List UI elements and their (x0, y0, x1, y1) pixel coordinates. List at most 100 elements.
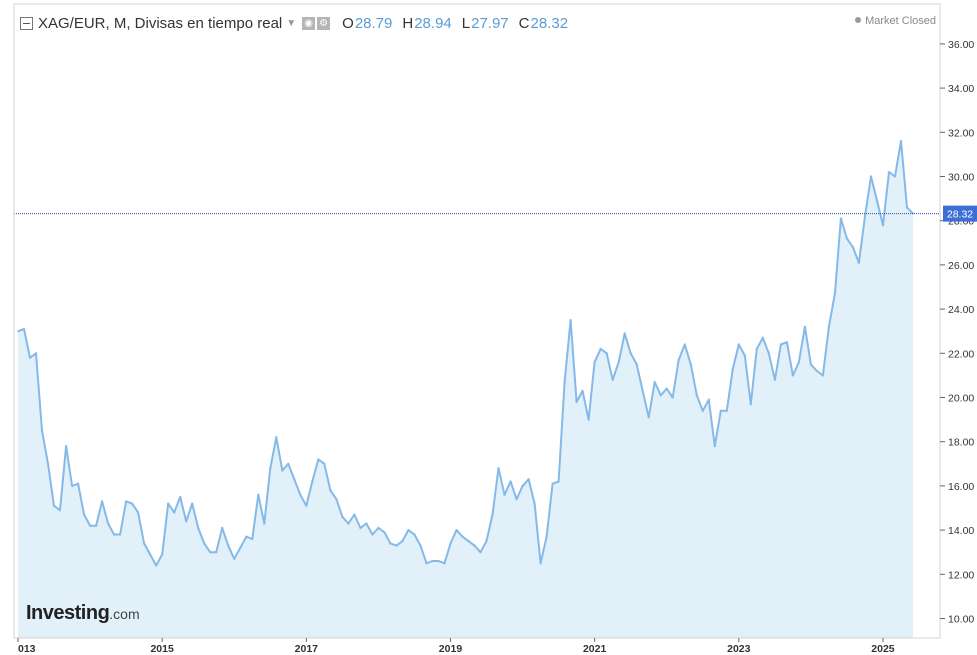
data-point (34, 351, 38, 355)
x-tick-label: 2019 (439, 643, 463, 655)
investing-logo: Investing.com (26, 602, 140, 625)
data-point (545, 535, 548, 539)
data-point (713, 444, 717, 448)
data-point (16, 329, 20, 333)
data-point (779, 343, 783, 346)
data-point (761, 336, 765, 340)
series-area (18, 141, 913, 638)
data-point (341, 515, 344, 519)
data-point (298, 493, 302, 497)
y-tick-label: 12.00 (948, 569, 974, 581)
data-point (214, 550, 218, 554)
data-point (82, 513, 86, 516)
data-point (485, 539, 488, 543)
data-point (437, 559, 440, 563)
data-point (256, 493, 260, 497)
logo-main-text: Investing (26, 602, 110, 624)
data-point (845, 237, 849, 240)
data-point (100, 500, 104, 503)
data-point (106, 522, 110, 525)
data-point (701, 409, 705, 413)
data-point (869, 175, 873, 178)
data-point (497, 466, 500, 470)
data-point (407, 528, 410, 532)
data-point (623, 332, 627, 335)
data-point (725, 409, 729, 413)
data-point (509, 480, 512, 483)
data-point (124, 500, 128, 503)
data-point (383, 530, 386, 534)
data-point (58, 508, 62, 512)
y-tick-label: 20.00 (948, 393, 974, 405)
data-point (22, 327, 26, 331)
data-point (563, 380, 566, 384)
x-tick-label: 013 (18, 643, 36, 655)
data-point (893, 175, 897, 178)
data-point (815, 369, 819, 373)
data-point (533, 502, 536, 505)
data-point (316, 458, 320, 461)
data-point (797, 360, 801, 364)
y-tick-label: 32.00 (948, 127, 974, 139)
data-point (581, 389, 584, 393)
data-point (683, 343, 687, 346)
data-point (190, 502, 194, 505)
data-point (395, 544, 398, 547)
data-point (359, 526, 362, 530)
data-point (569, 318, 572, 322)
data-point (803, 325, 807, 329)
data-point (148, 553, 152, 556)
data-point (94, 524, 98, 528)
data-point (641, 389, 645, 393)
data-point (737, 343, 741, 346)
y-tick-label: 36.00 (948, 39, 974, 51)
data-point (28, 356, 32, 360)
data-point (262, 522, 266, 525)
data-point (184, 519, 188, 523)
data-point (593, 360, 596, 364)
data-point (377, 526, 380, 530)
data-point (389, 542, 392, 545)
data-point (461, 535, 464, 539)
data-point (322, 462, 326, 466)
data-point (202, 542, 206, 545)
data-point (743, 354, 747, 357)
y-tick-label: 14.00 (948, 525, 974, 537)
data-point (292, 477, 296, 481)
y-tick-label: 18.00 (948, 437, 974, 449)
data-point (599, 347, 603, 351)
data-point (419, 544, 422, 547)
last-price-label: 28.32 (947, 209, 973, 221)
data-point (647, 416, 651, 419)
data-point (719, 409, 723, 413)
data-point (491, 513, 494, 516)
data-point (839, 217, 843, 220)
data-point (773, 378, 777, 382)
data-point (52, 504, 56, 508)
data-point (443, 561, 446, 565)
data-point (425, 561, 428, 565)
data-point (611, 378, 615, 382)
data-point (515, 497, 518, 501)
data-point (280, 469, 284, 472)
data-point (467, 539, 470, 543)
chart-widget: XAG/EUR, M, Divisas en tiempo real ▼ ◉ ⚙… (0, 0, 977, 655)
data-point (557, 480, 560, 483)
data-point (431, 559, 434, 563)
data-point (268, 466, 272, 470)
x-tick-label: 2025 (871, 643, 895, 655)
y-tick-label: 34.00 (948, 83, 974, 95)
data-point (371, 533, 374, 536)
price-chart[interactable]: 10.00 12.00 14.00 16.00 18.00 20.00 22.00 24.00… (0, 0, 977, 655)
data-point (220, 526, 224, 530)
data-point (539, 561, 542, 565)
data-point (70, 484, 74, 488)
data-point (755, 347, 759, 351)
data-point (232, 557, 236, 561)
y-tick-label: 24.00 (948, 304, 974, 316)
data-point (827, 325, 831, 329)
data-point (551, 482, 554, 486)
data-point (503, 493, 506, 497)
data-point (178, 495, 182, 499)
data-point (899, 139, 903, 143)
